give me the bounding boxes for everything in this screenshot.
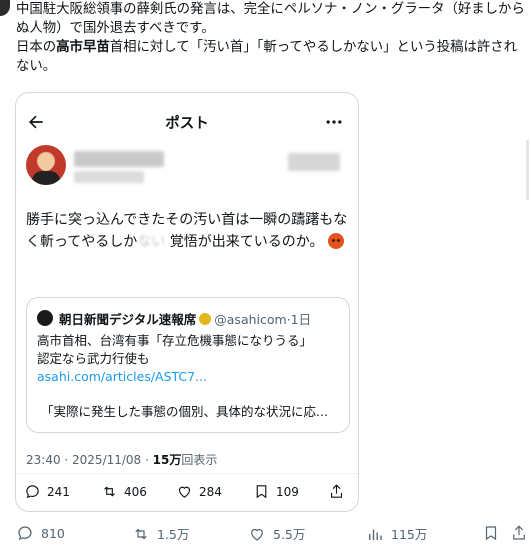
bookmark-icon: [256, 485, 267, 499]
scrollbar[interactable]: [526, 140, 529, 200]
views-count: 115万: [391, 527, 428, 542]
angry-emoji-icon: [327, 233, 344, 249]
like-count: 284: [199, 484, 222, 499]
blurred-follow-button: [288, 153, 340, 171]
views-icon: [369, 529, 382, 540]
post-text-line2: 日本の高市早苗首相に対して「汚い首」「斬ってやるしかない」という投稿は許されない…: [16, 38, 526, 76]
quote-handle: @asahicom: [214, 312, 287, 327]
like-button: 284: [176, 483, 222, 500]
embedded-screenshot[interactable]: ポスト 勝手に突っ込んできたその汚い首は一瞬の躊躇もなく斬ってやるしかない 覚悟…: [15, 92, 359, 512]
verified-badge-icon: [199, 313, 212, 325]
share-icon: [330, 484, 343, 498]
share-button[interactable]: [510, 524, 528, 542]
screenshot-header: ポスト: [16, 93, 358, 149]
quote-header: 朝日新聞デジタル速報席 @asahicom·1日: [59, 309, 311, 328]
reply-icon: [26, 485, 39, 499]
quote-time: ·1日: [286, 312, 312, 327]
blurred-handle: [74, 171, 144, 183]
bookmark-button[interactable]: [482, 524, 500, 542]
post-meta: 23:40 · 2025/11/08 · 15万回表示: [26, 451, 217, 468]
post-action-bar: 810 1.5万 5.5万 115万: [0, 520, 531, 548]
post-views-label: 回表示: [181, 453, 218, 467]
bookmark-icon: [485, 526, 497, 541]
quote-name: 朝日新聞デジタル速報席: [59, 312, 197, 327]
repost-icon: [135, 528, 147, 539]
quote-link[interactable]: asahi.com/articles/ASTC7...: [37, 368, 207, 386]
post-body-text: 覚悟が出来ているのか。: [169, 234, 324, 250]
bookmark-button: 109: [253, 483, 299, 500]
reply-count: 810: [41, 525, 65, 541]
author-avatar-edge[interactable]: [0, 0, 10, 16]
post-timestamp: 23:40 · 2025/11/08 ·: [26, 453, 153, 467]
screenshot-post-body: 勝手に突っ込んできたその汚い首は一瞬の躊躇もなく斬ってやるしかない 覚悟が出来て…: [26, 209, 351, 253]
like-icon: [251, 528, 263, 541]
like-button[interactable]: 5.5万: [248, 524, 305, 543]
screenshot-action-bar: 241 406 284 109: [16, 483, 358, 505]
post-text-bold: 高市早苗: [56, 40, 110, 55]
blurred-name: [74, 151, 164, 167]
repost-count: 406: [124, 484, 147, 499]
quote-line1: 高市首相、台湾有事「存立危機事態になりうる」: [37, 333, 313, 348]
post-views-count: 15万: [152, 453, 182, 467]
post-text: 中国駐大阪総領事の薛剣氏の発言は、完全にペルソナ・ノン・グラータ（好ましからぬ人…: [16, 0, 526, 76]
reply-icon: [18, 526, 32, 540]
repost-button: 406: [101, 483, 147, 500]
reply-button: 241: [24, 483, 70, 500]
reply-count: 241: [47, 484, 70, 499]
reply-button[interactable]: 810: [16, 524, 65, 542]
more-icon: [326, 120, 342, 124]
bookmark-count: 109: [276, 484, 299, 499]
share-button: [328, 483, 345, 500]
quoted-post[interactable]: 朝日新聞デジタル速報席 @asahicom·1日 高市首相、台湾有事「存立危機事態…: [26, 297, 350, 433]
divider: [16, 473, 358, 474]
profile-avatar: [26, 145, 66, 185]
share-icon: [513, 525, 525, 540]
quote-line2: 認定なら武力行使も: [37, 351, 150, 366]
quote-card-text: 「実際に発生した事態の個別、具体的な状況に応...: [41, 404, 328, 419]
screenshot-header-title: ポスト: [165, 116, 209, 132]
post-text-segment: 日本の: [16, 40, 57, 55]
quote-avatar: [37, 310, 53, 326]
post-body-blurred: ない: [137, 234, 166, 250]
repost-count: 1.5万: [157, 527, 190, 542]
repost-icon: [104, 486, 115, 497]
like-count: 5.5万: [273, 527, 306, 542]
like-icon: [178, 486, 191, 498]
post-text-line1: 中国駐大阪総領事の薛剣氏の発言は、完全にペルソナ・ノン・グラータ（好ましからぬ人…: [16, 2, 525, 36]
views-button[interactable]: 115万: [366, 524, 427, 543]
repost-button[interactable]: 1.5万: [132, 524, 189, 543]
